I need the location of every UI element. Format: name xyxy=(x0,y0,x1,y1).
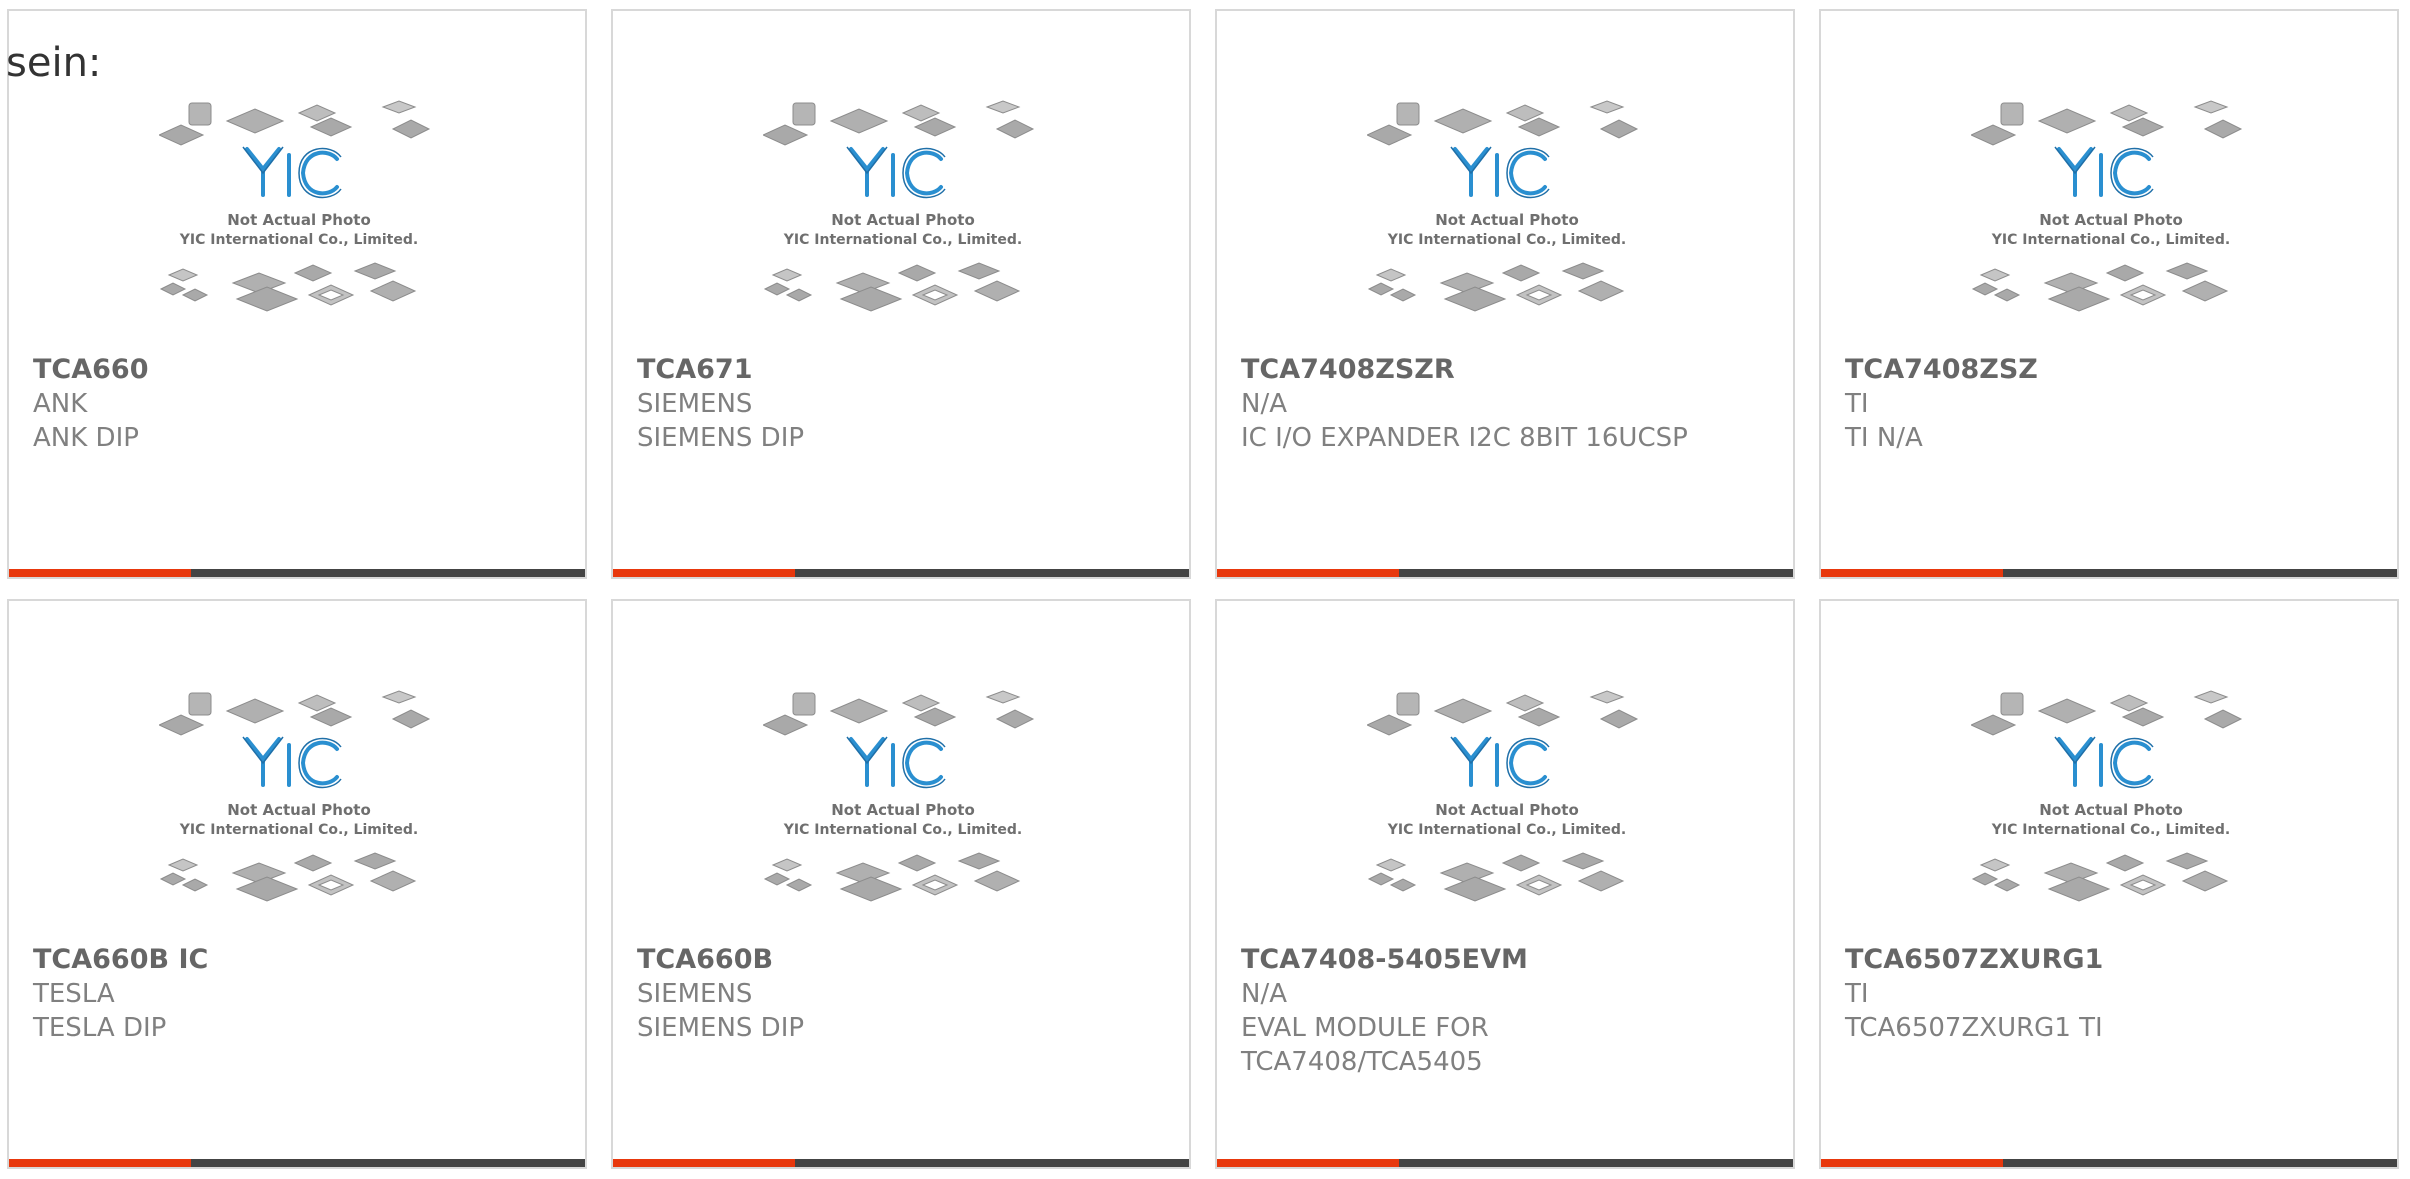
manufacturer-text: TESLA xyxy=(33,979,115,1009)
card-bar-accent xyxy=(1217,569,1399,577)
description-text: TI N/A xyxy=(1845,423,1923,453)
product-image[interactable]: Not Actual Photo YIC International Co., … xyxy=(1971,99,2251,349)
card-bottom-bar xyxy=(1821,569,2397,577)
description-text: TCA6507ZXURG1 TI xyxy=(1845,1013,2103,1043)
part-number-link[interactable]: TCA660B IC xyxy=(33,943,561,977)
card-bottom-bar xyxy=(613,1159,1189,1167)
ic-chip-collage-icon: Not Actual Photo YIC International Co., … xyxy=(159,100,431,312)
manufacturer-text: TI xyxy=(1845,979,1869,1009)
description-text: SIEMENS DIP xyxy=(637,1013,805,1043)
product-image[interactable]: Not Actual Photo YIC International Co., … xyxy=(1971,689,2251,939)
product-image[interactable]: Not Actual Photo YIC International Co., … xyxy=(763,689,1043,939)
ic-chip-collage-icon: Not Actual Photo YIC International Co., … xyxy=(1367,690,1639,902)
manufacturer-text: TI xyxy=(1845,389,1869,419)
not-actual-photo-text: Not Actual Photo xyxy=(2039,211,2183,229)
product-info: TCA7408ZSZ TI TI N/A xyxy=(1845,353,2373,455)
part-number-link[interactable]: TCA7408ZSZ xyxy=(1845,353,2373,387)
card-bottom-bar xyxy=(9,1159,585,1167)
product-info: TCA660B SIEMENS SIEMENS DIP xyxy=(637,943,1165,1045)
not-actual-photo-text: Not Actual Photo xyxy=(831,801,975,819)
product-info: TCA6507ZXURG1 TI TCA6507ZXURG1 TI xyxy=(1845,943,2373,1045)
ic-chip-collage-icon: Not Actual Photo YIC International Co., … xyxy=(763,690,1035,902)
description-text: EVAL MODULE FOR TCA7408/TCA5405 xyxy=(1241,1013,1489,1077)
product-image[interactable]: Not Actual Photo YIC International Co., … xyxy=(159,689,439,939)
card-bottom-bar xyxy=(613,569,1189,577)
product-info: TCA671 SIEMENS SIEMENS DIP xyxy=(637,353,1165,455)
card-bar-accent xyxy=(1217,1159,1399,1167)
not-actual-photo-text: Not Actual Photo xyxy=(1435,801,1579,819)
yic-company-text: YIC International Co., Limited. xyxy=(1991,822,2230,838)
card-bottom-bar xyxy=(1217,1159,1793,1167)
yic-company-text: YIC International Co., Limited. xyxy=(179,822,418,838)
yic-company-text: YIC International Co., Limited. xyxy=(783,232,1022,248)
card-bar-accent xyxy=(1821,1159,2003,1167)
product-card[interactable]: Not Actual Photo YIC International Co., … xyxy=(611,9,1191,579)
ic-chip-collage-icon: Not Actual Photo YIC International Co., … xyxy=(763,100,1035,312)
product-card[interactable]: Not Actual Photo YIC International Co., … xyxy=(7,9,587,579)
product-card[interactable]: Not Actual Photo YIC International Co., … xyxy=(1819,9,2399,579)
part-number-link[interactable]: TCA6507ZXURG1 xyxy=(1845,943,2373,977)
manufacturer-text: SIEMENS xyxy=(637,389,753,419)
not-actual-photo-text: Not Actual Photo xyxy=(227,211,371,229)
product-info: TCA7408ZSZR N/A IC I/O EXPANDER I2C 8BIT… xyxy=(1241,353,1769,455)
description-text: IC I/O EXPANDER I2C 8BIT 16UCSP xyxy=(1241,423,1688,453)
part-number-link[interactable]: TCA671 xyxy=(637,353,1165,387)
yic-company-text: YIC International Co., Limited. xyxy=(1387,232,1626,248)
part-number-link[interactable]: TCA660B xyxy=(637,943,1165,977)
yic-company-text: YIC International Co., Limited. xyxy=(1387,822,1626,838)
ic-chip-collage-icon: Not Actual Photo YIC International Co., … xyxy=(1367,100,1639,312)
not-actual-photo-text: Not Actual Photo xyxy=(227,801,371,819)
product-image[interactable]: Not Actual Photo YIC International Co., … xyxy=(763,99,1043,349)
not-actual-photo-text: Not Actual Photo xyxy=(2039,801,2183,819)
card-bottom-bar xyxy=(1821,1159,2397,1167)
ic-chip-collage-icon: Not Actual Photo YIC International Co., … xyxy=(1971,690,2243,902)
part-number-link[interactable]: TCA7408-5405EVM xyxy=(1241,943,1769,977)
product-card[interactable]: Not Actual Photo YIC International Co., … xyxy=(1819,599,2399,1169)
manufacturer-text: N/A xyxy=(1241,389,1287,419)
not-actual-photo-text: Not Actual Photo xyxy=(1435,211,1579,229)
product-card[interactable]: Not Actual Photo YIC International Co., … xyxy=(7,599,587,1169)
card-bar-accent xyxy=(9,569,191,577)
product-info: TCA7408-5405EVM N/A EVAL MODULE FOR TCA7… xyxy=(1241,943,1769,1079)
product-card[interactable]: Not Actual Photo YIC International Co., … xyxy=(1215,9,1795,579)
card-bottom-bar xyxy=(9,569,585,577)
description-text: SIEMENS DIP xyxy=(637,423,805,453)
card-bar-accent xyxy=(613,1159,795,1167)
card-bar-accent xyxy=(1821,569,2003,577)
ic-chip-collage-icon: Not Actual Photo YIC International Co., … xyxy=(1971,100,2243,312)
description-text: ANK DIP xyxy=(33,423,139,453)
part-number-link[interactable]: TCA7408ZSZR xyxy=(1241,353,1769,387)
page-label: sein: xyxy=(6,40,102,86)
yic-company-text: YIC International Co., Limited. xyxy=(1991,232,2230,248)
card-bar-accent xyxy=(613,569,795,577)
product-info: TCA660 ANK ANK DIP xyxy=(33,353,561,455)
product-info: TCA660B IC TESLA TESLA DIP xyxy=(33,943,561,1045)
product-grid: Not Actual Photo YIC International Co., … xyxy=(7,9,2399,1169)
manufacturer-text: N/A xyxy=(1241,979,1287,1009)
card-bar-accent xyxy=(9,1159,191,1167)
not-actual-photo-text: Not Actual Photo xyxy=(831,211,975,229)
product-image[interactable]: Not Actual Photo YIC International Co., … xyxy=(1367,99,1647,349)
yic-company-text: YIC International Co., Limited. xyxy=(783,822,1022,838)
manufacturer-text: SIEMENS xyxy=(637,979,753,1009)
description-text: TESLA DIP xyxy=(33,1013,167,1043)
part-number-link[interactable]: TCA660 xyxy=(33,353,561,387)
manufacturer-text: ANK xyxy=(33,389,88,419)
ic-chip-collage-icon: Not Actual Photo YIC International Co., … xyxy=(159,690,431,902)
card-bottom-bar xyxy=(1217,569,1793,577)
product-image[interactable]: Not Actual Photo YIC International Co., … xyxy=(159,99,439,349)
product-card[interactable]: Not Actual Photo YIC International Co., … xyxy=(1215,599,1795,1169)
product-image[interactable]: Not Actual Photo YIC International Co., … xyxy=(1367,689,1647,939)
yic-company-text: YIC International Co., Limited. xyxy=(179,232,418,248)
product-card[interactable]: Not Actual Photo YIC International Co., … xyxy=(611,599,1191,1169)
